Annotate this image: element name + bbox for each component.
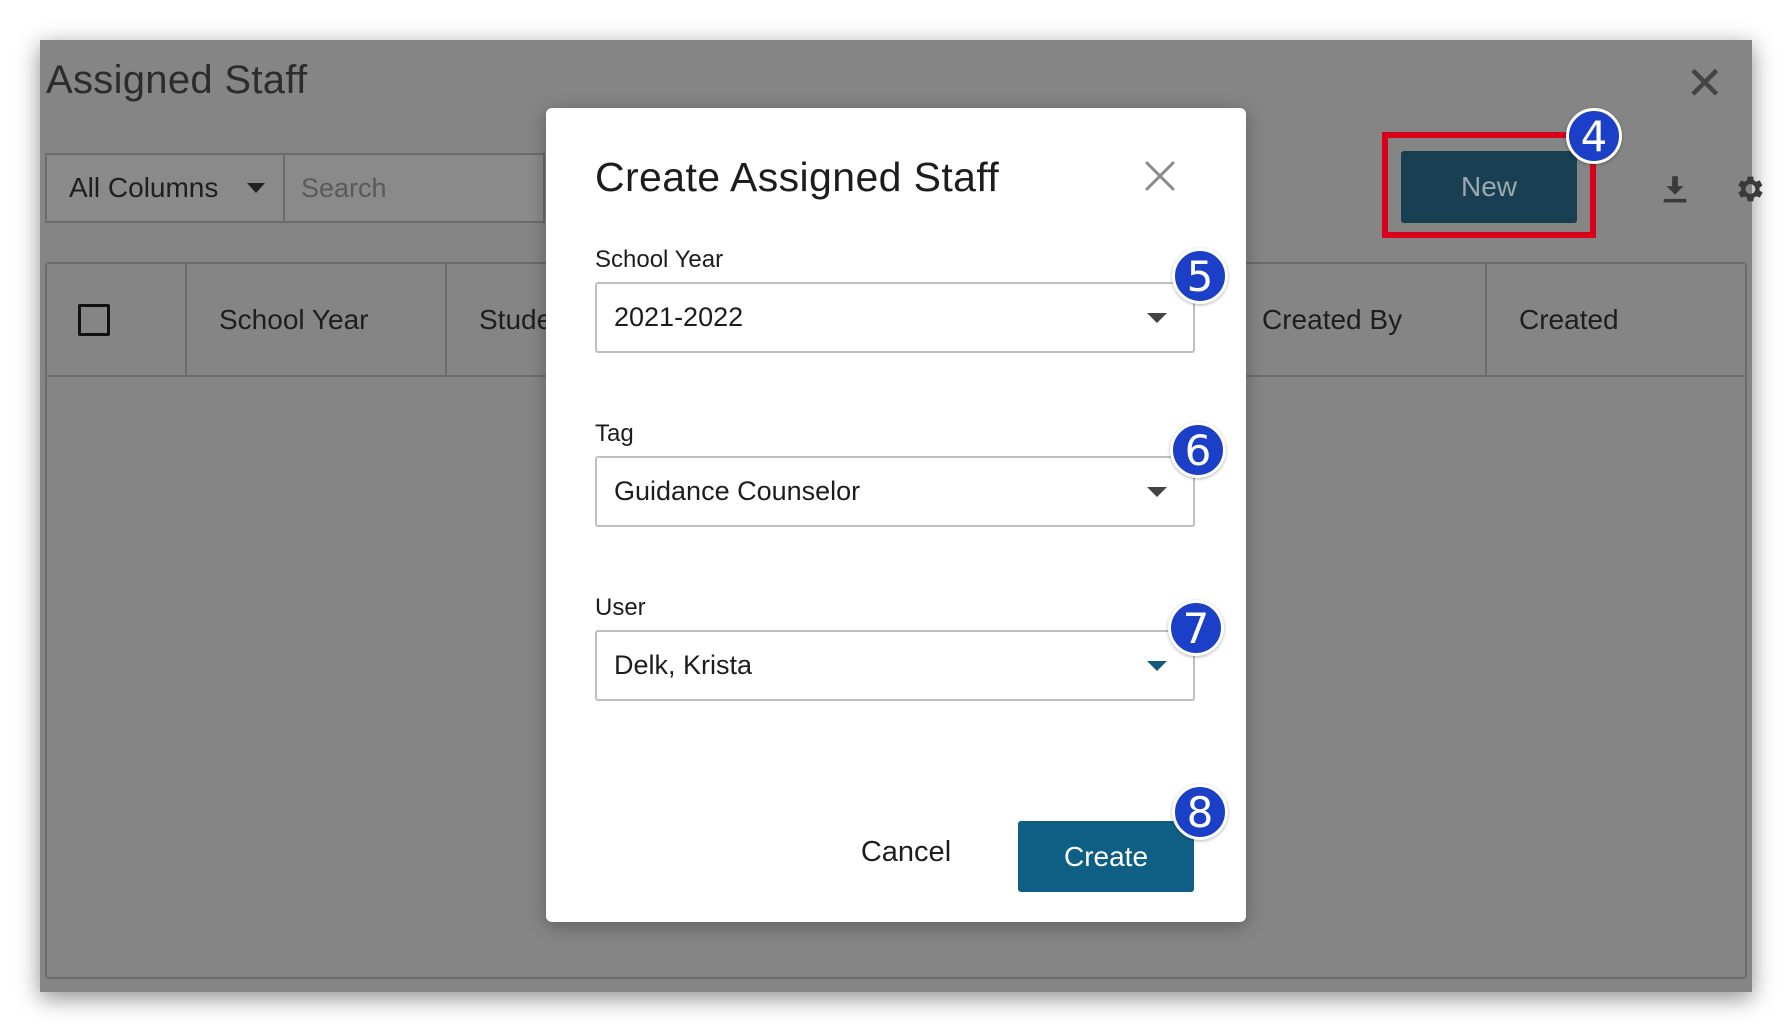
step-badge-6: 6 xyxy=(1170,422,1226,478)
user-select[interactable]: Delk, Krista xyxy=(595,630,1195,701)
tag-label: Tag xyxy=(595,420,634,447)
user-value: Delk, Krista xyxy=(614,650,753,680)
column-header-school-year[interactable]: School Year xyxy=(187,264,447,375)
step-badge-4: 4 xyxy=(1566,108,1622,164)
create-button[interactable]: Create xyxy=(1018,821,1194,892)
school-year-label: School Year xyxy=(595,246,724,273)
column-filter-select[interactable]: All Columns xyxy=(47,155,285,221)
chevron-down-icon xyxy=(247,183,265,193)
create-assigned-staff-dialog: Create Assigned Staff School Year 2021-2… xyxy=(546,108,1246,922)
column-header-created[interactable]: Created xyxy=(1487,264,1747,375)
tag-select[interactable]: Guidance Counselor xyxy=(595,456,1195,527)
school-year-value: 2021-2022 xyxy=(614,302,744,332)
column-filter-value: All Columns xyxy=(69,172,219,203)
step-badge-8: 8 xyxy=(1172,784,1228,840)
search-input[interactable]: Search xyxy=(285,155,543,221)
step-badge-7: 7 xyxy=(1168,600,1224,656)
chevron-down-icon xyxy=(1147,312,1167,323)
cancel-button[interactable]: Cancel xyxy=(826,821,986,883)
tag-value: Guidance Counselor xyxy=(614,476,861,506)
download-icon[interactable] xyxy=(1658,172,1692,206)
select-all-checkbox[interactable] xyxy=(78,303,110,336)
close-icon[interactable] xyxy=(1140,156,1180,196)
chevron-down-icon xyxy=(1147,660,1167,671)
chevron-down-icon xyxy=(1147,486,1167,497)
dialog-title: Create Assigned Staff xyxy=(595,154,1000,200)
new-button[interactable]: New xyxy=(1401,151,1577,223)
window-title: Assigned Staff xyxy=(46,58,308,102)
user-label: User xyxy=(595,594,646,621)
filter-bar: All Columns Search xyxy=(45,153,545,223)
step-badge-5: 5 xyxy=(1172,248,1228,304)
school-year-select[interactable]: 2021-2022 xyxy=(595,282,1195,353)
select-all-cell xyxy=(47,264,187,375)
gear-icon[interactable] xyxy=(1732,172,1766,206)
window-close-icon[interactable]: ✕ xyxy=(1685,60,1724,106)
column-header-created-by[interactable]: Created By xyxy=(1247,264,1487,375)
